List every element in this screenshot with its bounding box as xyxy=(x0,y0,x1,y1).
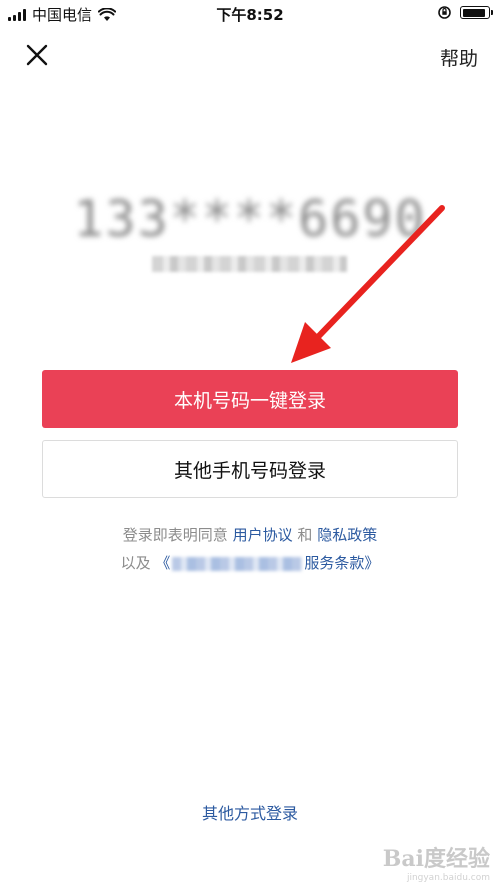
agreement-text: 登录即表明同意 用户协议 和 隐私政策 以及 《 服务条款》 xyxy=(0,521,500,577)
battery-icon xyxy=(460,6,493,19)
watermark-logo: Bai度经验 xyxy=(382,846,490,872)
close-icon[interactable] xyxy=(24,42,50,68)
one-click-login-button[interactable]: 本机号码一键登录 xyxy=(42,370,458,428)
baidu-jingyan-watermark: Bai度经验 jingyan.baidu.com xyxy=(383,841,490,883)
status-time: 下午8:52 xyxy=(216,6,284,24)
user-agreement-link[interactable]: 用户协议 xyxy=(233,526,293,544)
service-terms-tail: 服务条款》 xyxy=(304,554,380,572)
orientation-lock-icon xyxy=(438,6,451,19)
agreement-line-1: 登录即表明同意 用户协议 和 隐私政策 xyxy=(0,521,500,549)
privacy-policy-link[interactable]: 隐私政策 xyxy=(317,526,377,544)
other-login-methods-link[interactable]: 其他方式登录 xyxy=(0,800,500,824)
battery-fill xyxy=(462,8,485,17)
blurred-service-name xyxy=(172,556,303,571)
agreement-prefix: 登录即表明同意 xyxy=(122,526,228,544)
help-link[interactable]: 帮助 xyxy=(440,44,478,71)
agreement-also: 以及 xyxy=(120,554,151,572)
watermark-url: jingyan.baidu.com xyxy=(406,873,490,883)
status-right xyxy=(437,5,493,20)
service-terms-open-bracket: 《 xyxy=(155,554,171,572)
service-terms-link[interactable]: 《 服务条款》 xyxy=(155,554,379,572)
agreement-and: 和 xyxy=(297,526,313,544)
red-arrow-annotation xyxy=(291,205,445,363)
other-phone-login-button[interactable]: 其他手机号码登录 xyxy=(42,440,458,498)
agreement-line-2: 以及 《 服务条款》 xyxy=(0,549,500,577)
status-bar: 中国电信 下午8:52 xyxy=(0,0,500,28)
